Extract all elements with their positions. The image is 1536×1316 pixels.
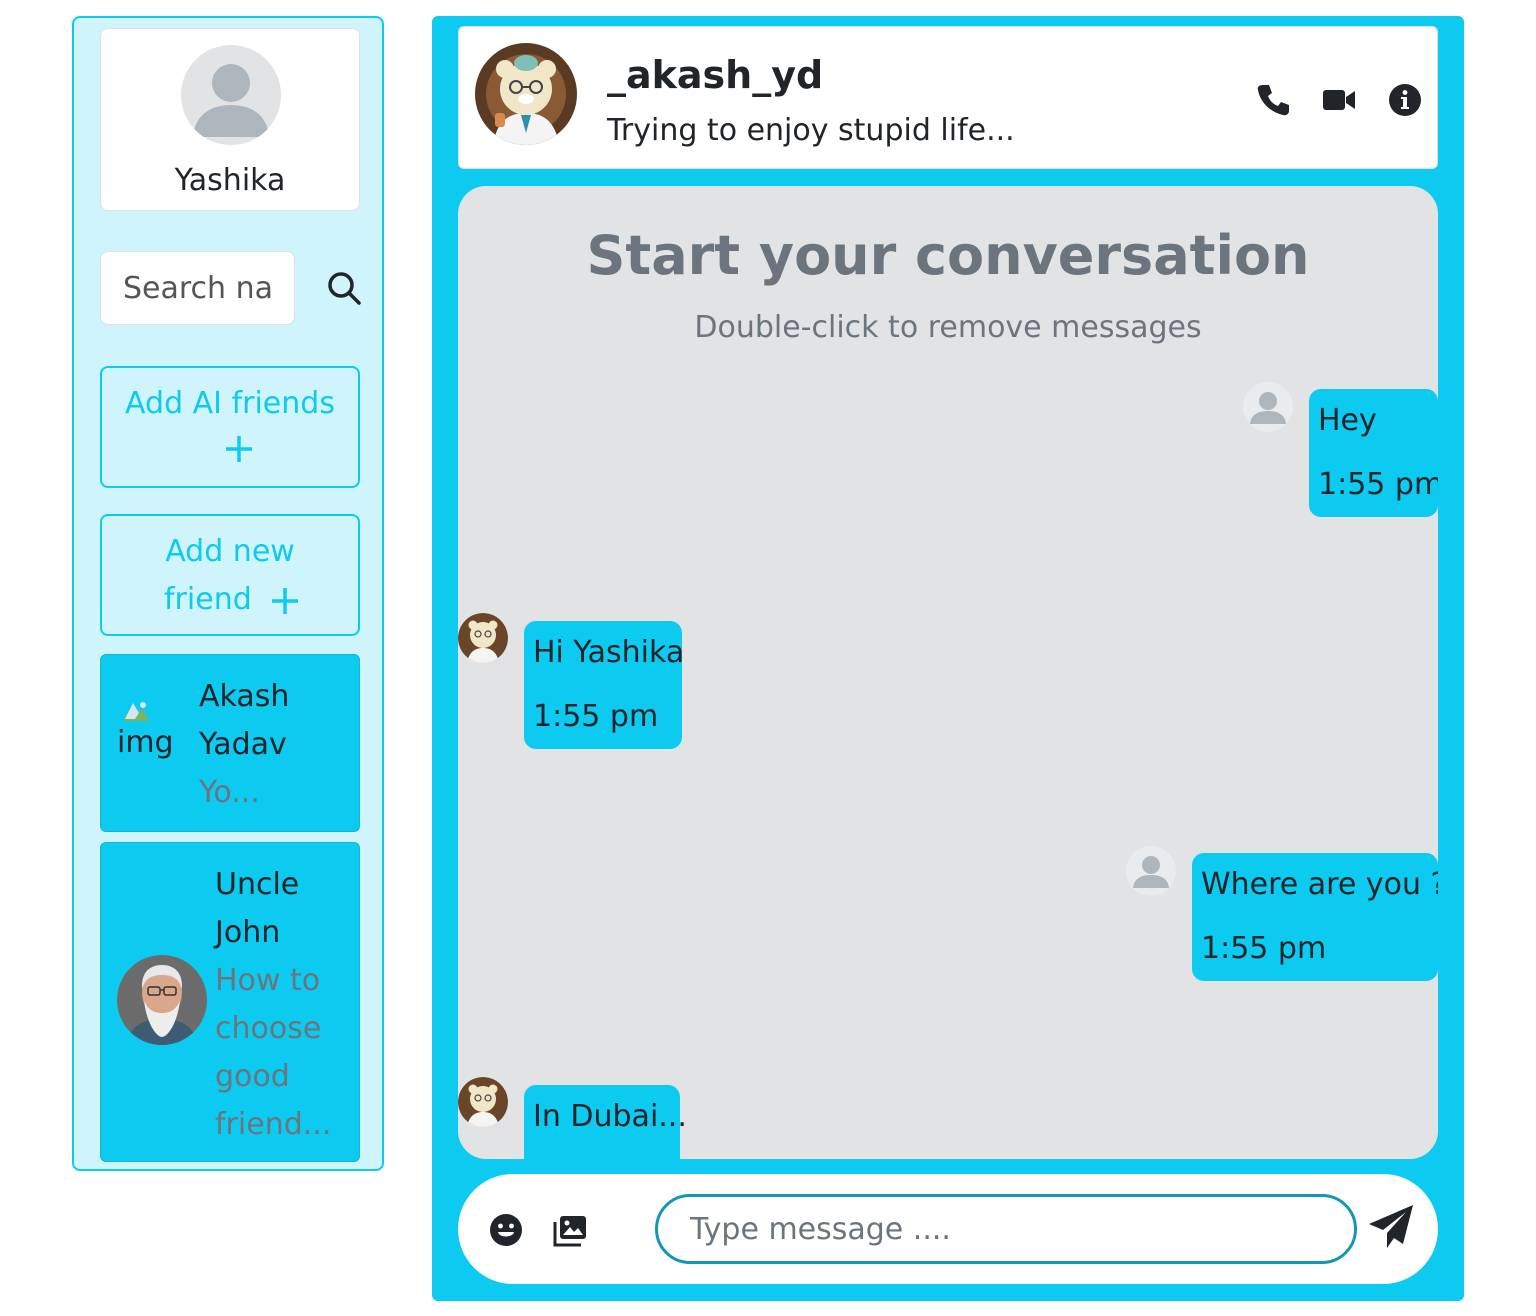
friend-last-message-line: friend...	[215, 1107, 332, 1142]
uncle-john-avatar-image	[117, 955, 207, 1045]
message-text: Hi Yashika	[533, 635, 685, 670]
contact-avatar-small	[458, 1077, 508, 1127]
message-input[interactable]	[655, 1194, 1357, 1264]
friend-last-message: Yo...	[199, 775, 260, 810]
profile-card[interactable]: Yashika	[100, 28, 360, 211]
message-text: Hey	[1318, 403, 1377, 438]
add-ai-friends-label: Add AI friends	[125, 386, 335, 421]
person-icon	[1126, 846, 1176, 896]
person-icon	[193, 64, 269, 137]
bear-avatar-image	[475, 43, 577, 145]
friend-item-akash-yadav[interactable]: img Akash Yadav Yo...	[100, 654, 360, 832]
search-input[interactable]	[100, 251, 295, 325]
add-ai-friends-button[interactable]: Add AI friends	[100, 366, 360, 488]
friend-item-uncle-john[interactable]: Uncle John How to choose good friend...	[100, 842, 360, 1162]
friend-name: Uncle	[215, 867, 300, 902]
info-icon[interactable]	[1387, 82, 1423, 118]
message-bubble-sent[interactable]: Where are you ? 1:55 pm	[1192, 853, 1438, 981]
chat-panel: _akash_yd Trying to enjoy stupid life...…	[432, 16, 1464, 1301]
user-avatar-small	[1243, 382, 1293, 432]
sidebar: Yashika Add AI friends Add new friend im…	[72, 16, 384, 1171]
search-icon[interactable]	[326, 270, 362, 306]
message-bubble-sent[interactable]: Hey 1:55 pm	[1309, 389, 1438, 517]
message-time: 1:55 pm	[1318, 467, 1438, 502]
phone-icon[interactable]	[1255, 82, 1291, 118]
friend-name: Akash	[199, 679, 290, 714]
empty-state-title: Start your conversation	[586, 224, 1310, 287]
user-avatar-small	[1126, 846, 1176, 896]
chat-header: _akash_yd Trying to enjoy stupid life...	[458, 26, 1438, 169]
plus-icon	[272, 588, 298, 614]
profile-name: Yashika	[174, 163, 286, 198]
user-avatar	[181, 45, 281, 145]
bear-avatar-image	[458, 1077, 508, 1127]
friend-avatar-broken: img	[117, 699, 177, 769]
friend-last-message-line: How to	[215, 963, 321, 998]
video-icon[interactable]	[1321, 82, 1357, 118]
message-composer	[458, 1174, 1438, 1284]
broken-image-icon	[123, 702, 149, 721]
contact-avatar[interactable]	[475, 43, 577, 145]
send-icon[interactable]	[1366, 1202, 1416, 1252]
friend-last-message-line: good	[215, 1059, 290, 1094]
message-time: 1:55 pm	[533, 699, 659, 734]
add-new-friend-button[interactable]: Add new friend	[100, 514, 360, 636]
add-new-friend-label: Add new	[165, 534, 295, 569]
person-icon	[1243, 382, 1293, 432]
avatar-alt-text: img	[117, 725, 174, 760]
message-time: 1:55 pm	[1201, 931, 1327, 966]
emoji-icon[interactable]	[488, 1212, 524, 1248]
contact-name: _akash_yd	[607, 53, 824, 97]
add-new-friend-label-2: friend	[164, 582, 252, 617]
empty-state-subtitle: Double-click to remove messages	[694, 310, 1202, 345]
images-icon[interactable]	[552, 1212, 588, 1248]
message-bubble-received[interactable]: Hi Yashika 1:55 pm	[524, 621, 685, 749]
friend-name-2: Yadav	[199, 727, 287, 762]
contact-status: Trying to enjoy stupid life...	[607, 113, 1015, 148]
plus-icon	[226, 436, 252, 462]
contact-avatar-small	[458, 613, 508, 663]
friend-last-message-line: choose	[215, 1011, 322, 1046]
friend-avatar	[117, 955, 207, 1045]
message-text: In Dubai...	[533, 1099, 687, 1134]
message-list[interactable]: Start your conversation Double-click to …	[458, 186, 1438, 1159]
message-bubble-received[interactable]: In Dubai...	[524, 1085, 687, 1159]
friend-name-2: John	[215, 915, 281, 950]
bear-avatar-image	[458, 613, 508, 663]
message-text: Where are you ?	[1201, 867, 1438, 902]
